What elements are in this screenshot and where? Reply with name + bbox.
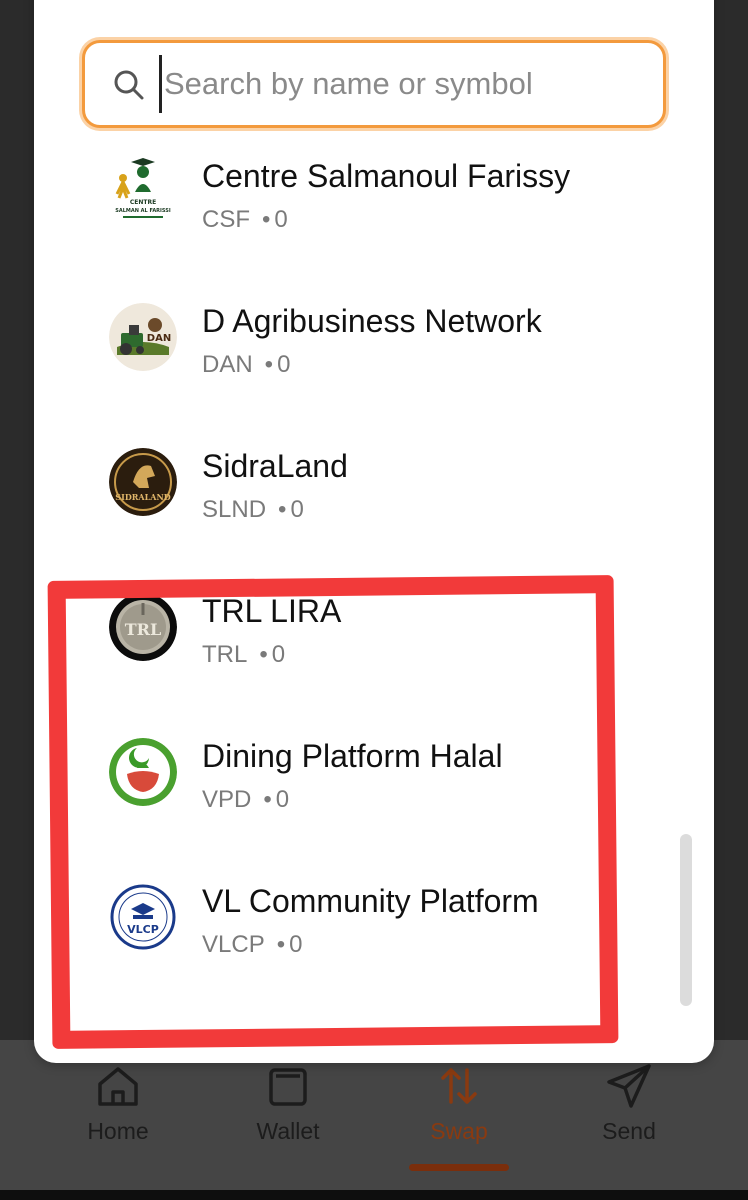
nav-wallet[interactable]: Wallet <box>218 1062 358 1145</box>
search-box[interactable] <box>82 40 666 128</box>
token-balance: 0 <box>277 351 291 378</box>
dan-logo: DAN <box>109 303 177 371</box>
dan-logo-text: DAN <box>147 333 171 344</box>
search-input[interactable] <box>159 55 639 113</box>
token-balance: 0 <box>290 496 304 523</box>
token-meta: CSF • 0 <box>202 206 288 233</box>
token-symbol: CSF <box>202 206 250 233</box>
dining-platform-halal-logo <box>109 738 177 806</box>
token-row-vpd[interactable]: Dining Platform Halal VPD • 0 <box>34 728 714 873</box>
token-meta: TRL • 0 <box>202 641 286 668</box>
token-meta: VPD • 0 <box>202 786 290 813</box>
nav-swap[interactable]: Swap <box>389 1062 529 1145</box>
csf-logo-line2: SALMAN AL FARISSI <box>115 208 171 214</box>
send-icon <box>607 1064 651 1108</box>
token-meta: VLCP • 0 <box>202 931 303 958</box>
nav-home-label: Home <box>87 1118 149 1144</box>
token-row-vlcp[interactable]: VLCP VL Community Platform VLCP • 0 <box>34 873 714 1018</box>
token-row-trl[interactable]: TRL TRL LIRA TRL • 0 <box>34 583 714 728</box>
nav-wallet-label: Wallet <box>256 1118 320 1144</box>
backdrop-right <box>714 0 748 1040</box>
trl-logo-text: TRL <box>125 620 161 639</box>
system-bar <box>0 1190 748 1200</box>
token-symbol: DAN <box>202 351 253 378</box>
list-scrollbar[interactable] <box>680 834 692 1006</box>
token-symbol: VPD <box>202 786 252 813</box>
token-row-csf[interactable]: CENTRE SALMAN AL FARISSI Centre Salmanou… <box>34 148 714 293</box>
token-symbol: TRL <box>202 641 248 668</box>
token-select-sheet: CENTRE SALMAN AL FARISSI Centre Salmanou… <box>34 0 714 1063</box>
sidraland-logo-text: SIDRALAND <box>115 492 170 502</box>
nav-send[interactable]: Send <box>559 1062 699 1145</box>
vlcp-logo: VLCP <box>109 883 177 951</box>
token-row-slnd[interactable]: SIDRALAND SidraLand SLND • 0 <box>34 438 714 583</box>
nav-home[interactable]: Home <box>48 1062 188 1145</box>
search-icon <box>114 70 144 100</box>
home-icon <box>98 1067 138 1106</box>
token-meta: SLND • 0 <box>202 496 304 523</box>
nav-swap-label: Swap <box>430 1118 488 1144</box>
token-name: VL Community Platform <box>202 883 539 919</box>
token-meta: DAN • 0 <box>202 351 291 378</box>
token-name: Centre Salmanoul Farissy <box>202 158 571 194</box>
centre-salmanoul-farissy-logo: CENTRE SALMAN AL FARISSI <box>109 158 177 226</box>
token-symbol: SLND <box>202 496 267 523</box>
wallet-icon <box>269 1068 307 1106</box>
token-balance: 0 <box>274 206 288 233</box>
token-name: Dining Platform Halal <box>202 738 503 774</box>
csf-logo-line1: CENTRE <box>130 199 156 206</box>
token-balance: 0 <box>275 786 290 813</box>
vlcp-logo-text: VLCP <box>127 923 159 936</box>
token-name: SidraLand <box>202 448 348 484</box>
token-name: TRL LIRA <box>202 593 342 629</box>
token-name: D Agribusiness Network <box>202 303 542 339</box>
token-balance: 0 <box>289 931 303 958</box>
swap-icon <box>441 1068 477 1104</box>
token-row-dan[interactable]: DAN D Agribusiness Network DAN • 0 <box>34 293 714 438</box>
active-tab-indicator <box>409 1164 509 1171</box>
nav-send-label: Send <box>602 1118 656 1144</box>
token-balance: 0 <box>271 641 286 668</box>
token-symbol: VLCP <box>202 931 265 958</box>
trl-lira-logo: TRL <box>109 593 177 661</box>
backdrop-left <box>0 0 34 1040</box>
sidraland-logo: SIDRALAND <box>109 448 177 516</box>
